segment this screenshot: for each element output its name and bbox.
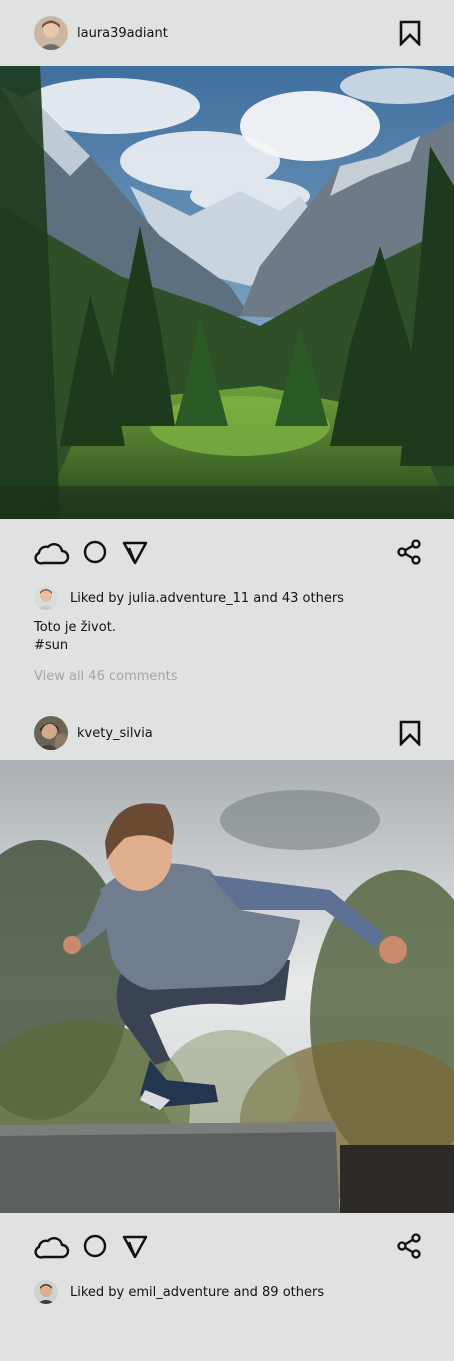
send-icon[interactable]: [122, 541, 148, 565]
send-icon[interactable]: [122, 1235, 148, 1259]
share-icon[interactable]: [397, 539, 421, 565]
circle-icon[interactable]: [83, 540, 107, 564]
caption: Toto je život. #sun: [0, 619, 454, 655]
avatar[interactable]: [34, 716, 68, 750]
view-comments-link[interactable]: View all 46 comments: [0, 669, 454, 689]
post-actions: [0, 1213, 454, 1279]
post-image-mountain-valley[interactable]: [0, 66, 454, 519]
post-header: laura39adiant: [0, 0, 454, 66]
caption-text: Toto je život.: [34, 620, 116, 635]
post-image-boy-jumping[interactable]: [0, 760, 454, 1213]
cloud-icon[interactable]: [34, 1235, 70, 1259]
circle-icon[interactable]: [83, 1234, 107, 1258]
avatar[interactable]: [34, 16, 68, 50]
likes-text[interactable]: Liked by emil_adventure and 89 others: [70, 1285, 324, 1300]
bookmark-icon[interactable]: [398, 720, 422, 746]
liker-avatar[interactable]: [34, 1280, 58, 1304]
likes-text[interactable]: Liked by julia.adventure_11 and 43 other…: [70, 591, 344, 606]
post-actions: [0, 519, 454, 585]
username[interactable]: kvety_silvia: [77, 726, 153, 741]
post-header: kvety_silvia: [0, 706, 454, 760]
post-2: kvety_silvia Liked by emil_adventure and…: [0, 706, 454, 1305]
hashtag[interactable]: #sun: [34, 637, 420, 655]
bookmark-icon[interactable]: [398, 20, 422, 46]
post-1: laura39adiant Liked by julia.adventure_1…: [0, 0, 454, 689]
share-icon[interactable]: [397, 1233, 421, 1259]
cloud-icon[interactable]: [34, 541, 70, 565]
likes-row: Liked by julia.adventure_11 and 43 other…: [0, 585, 454, 611]
liker-avatar[interactable]: [34, 586, 58, 610]
likes-row: Liked by emil_adventure and 89 others: [0, 1279, 454, 1305]
username[interactable]: laura39adiant: [77, 26, 168, 41]
